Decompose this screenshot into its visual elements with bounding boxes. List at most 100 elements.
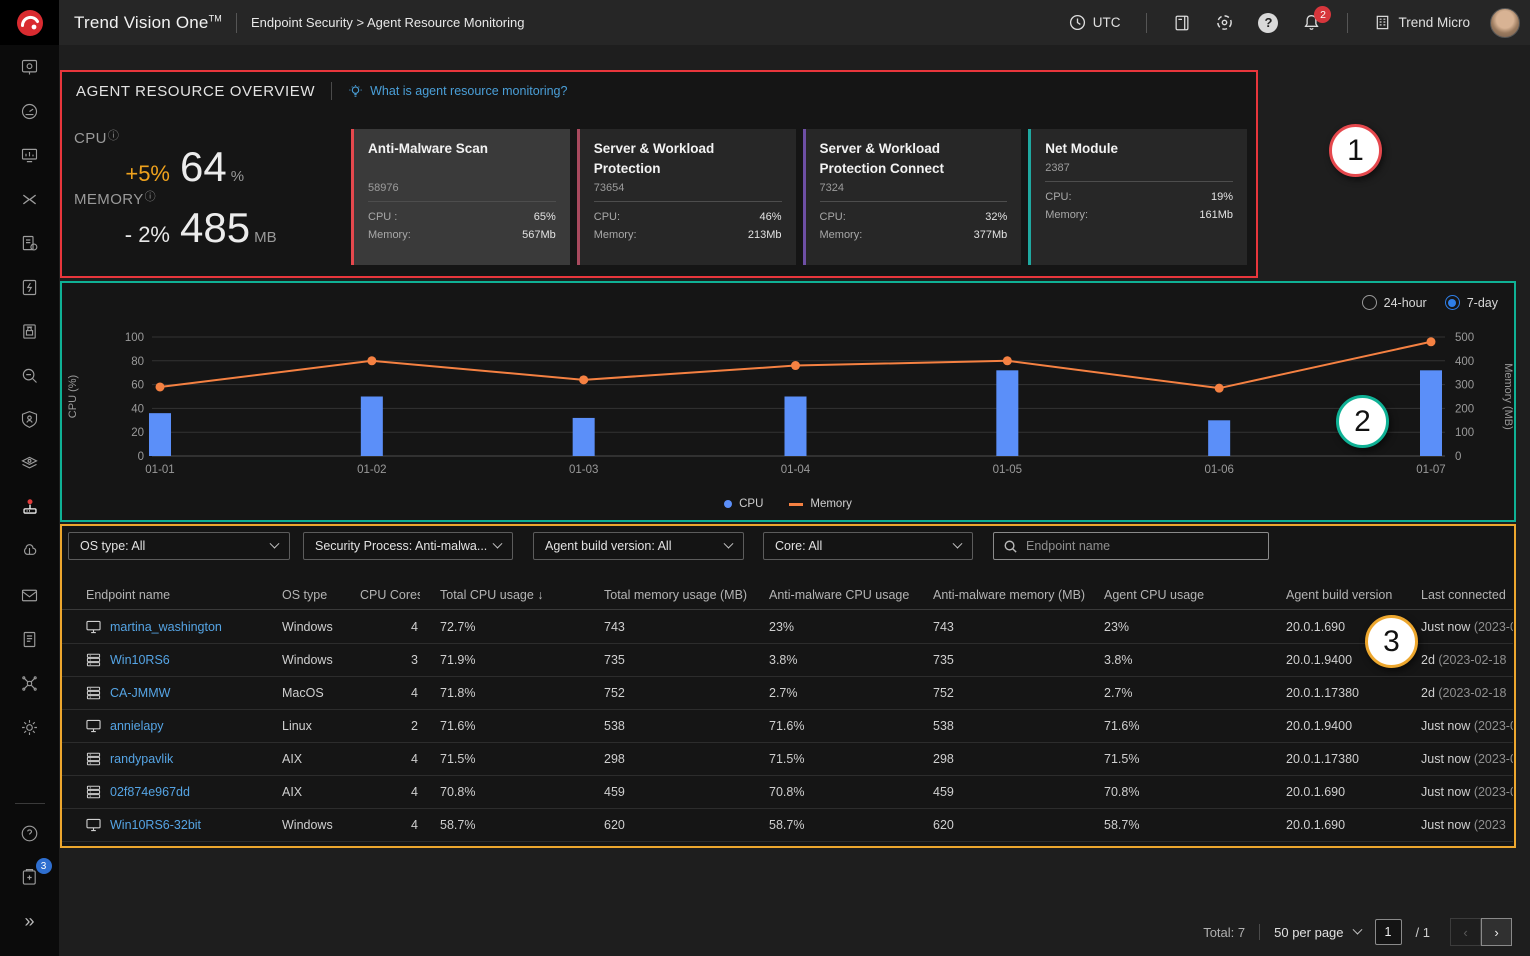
sidebar-item-xdr-investigation[interactable]: [12, 182, 48, 216]
column-header-sorted[interactable]: Total CPU usage ↓: [420, 588, 604, 602]
endpoint-link[interactable]: martina_washington: [110, 620, 222, 634]
card-memory-value: 161Mb: [1199, 206, 1233, 224]
sidebar-item-energy[interactable]: [12, 270, 48, 304]
integrations-button[interactable]: [1203, 0, 1246, 45]
annotation-marker-3: 3: [1365, 615, 1418, 668]
what-is-monitoring-link[interactable]: What is agent resource monitoring?: [348, 84, 567, 99]
sidebar-item-reports[interactable]: [12, 622, 48, 656]
column-header[interactable]: Anti-malware CPU usage: [769, 588, 933, 602]
sidebar-item-help[interactable]: [12, 816, 48, 850]
trend-logo[interactable]: [0, 0, 59, 45]
os-type-filter[interactable]: OS type: All: [68, 532, 290, 560]
card-cpu-label: CPU:: [594, 208, 620, 226]
user-avatar[interactable]: [1490, 8, 1520, 38]
sidebar-item-data-policy[interactable]: [12, 314, 48, 348]
svg-text:100: 100: [125, 332, 144, 344]
am-cpu-cell: 71.6%: [769, 719, 933, 733]
divider: [1045, 181, 1233, 182]
core-filter[interactable]: Core: All: [763, 532, 973, 560]
range-24-hour[interactable]: 24-hour: [1362, 295, 1427, 310]
card-pid: 73654: [594, 182, 782, 194]
sidebar-item-workflow-alert[interactable]: [12, 226, 48, 260]
sidebar-item-identity-shield[interactable]: [12, 402, 48, 436]
column-header[interactable]: OS type: [282, 588, 360, 602]
sidebar-item-onboarding[interactable]: 3: [12, 860, 48, 894]
sidebar-item-threat-search[interactable]: [12, 358, 48, 392]
agent-build-filter[interactable]: Agent build version: All: [533, 532, 744, 560]
sidebar-item-settings[interactable]: [12, 710, 48, 744]
process-card-anti-malware-scan[interactable]: Anti-Malware Scan 58976 CPU :65% Memory:…: [351, 129, 570, 265]
table-row[interactable]: randypavlikAIX471.5%29871.5%29871.5%20.0…: [62, 743, 1513, 776]
endpoint-security-icon: [19, 496, 41, 518]
tenant-button[interactable]: Trend Micro: [1362, 0, 1482, 45]
column-header[interactable]: Endpoint name: [62, 588, 282, 602]
os-type-cell: MacOS: [282, 686, 360, 700]
sidebar-item-workbench[interactable]: [12, 50, 48, 84]
process-card-swp[interactable]: Server & Workload Protection 73654 CPU:4…: [577, 129, 796, 265]
memory-unit: MB: [254, 229, 277, 246]
last-connected-cell: Just now (2023: [1421, 818, 1513, 832]
column-header[interactable]: CPU Cores: [360, 588, 420, 602]
table-row[interactable]: 02f874e967ddAIX470.8%45970.8%45970.8%20.…: [62, 776, 1513, 809]
card-memory-value: 377Mb: [974, 226, 1008, 244]
current-page-input[interactable]: 1: [1375, 919, 1402, 945]
notification-badge: 2: [1314, 6, 1331, 23]
legend-cpu[interactable]: CPU: [724, 498, 763, 510]
sidebar-item-endpoint-security[interactable]: [12, 490, 48, 524]
last-connected-cell: 2d (2023-02-18: [1421, 653, 1513, 667]
table-row[interactable]: martina_washingtonWindows472.7%74323%743…: [62, 611, 1513, 644]
table-row[interactable]: annielapyLinux271.6%53871.6%53871.6%20.0…: [62, 710, 1513, 743]
sidebar-item-network-sensor[interactable]: [12, 666, 48, 700]
endpoint-link[interactable]: 02f874e967dd: [110, 785, 190, 799]
os-type-cell: AIX: [282, 785, 360, 799]
divider: [331, 82, 332, 100]
search-input[interactable]: [1026, 539, 1246, 553]
previous-page-button[interactable]: ‹: [1450, 918, 1481, 946]
am-memory-cell: 735: [933, 653, 1104, 667]
security-process-filter[interactable]: Security Process: Anti-malwa...: [303, 532, 513, 560]
card-memory-label: Memory:: [368, 226, 411, 244]
notifications-button[interactable]: 2: [1290, 0, 1333, 45]
documentation-button[interactable]: [1161, 0, 1203, 45]
sidebar-item-cloud-shield[interactable]: [12, 446, 48, 480]
column-header[interactable]: Agent CPU usage: [1104, 588, 1286, 602]
table-row[interactable]: CA-JMMWMacOS471.8%7522.7%7522.7%20.0.1.1…: [62, 677, 1513, 710]
endpoint-link[interactable]: CA-JMMW: [110, 686, 170, 700]
next-page-button[interactable]: ›: [1481, 918, 1512, 946]
sidebar-item-operations-dashboard[interactable]: [12, 94, 48, 128]
column-header[interactable]: Last connected: [1421, 588, 1513, 602]
sidebar-item-expand[interactable]: »: [12, 904, 48, 938]
endpoint-link[interactable]: Win10RS6: [110, 653, 170, 667]
endpoint-link[interactable]: Win10RS6-32bit: [110, 818, 201, 832]
total-cpu-cell: 58.7%: [420, 818, 604, 832]
build-version-cell: 20.0.1.690: [1286, 785, 1421, 799]
svg-text:400: 400: [1455, 356, 1474, 368]
endpoint-link[interactable]: annielapy: [110, 719, 164, 733]
column-header[interactable]: Anti-malware memory (MB): [933, 588, 1104, 602]
sidebar-item-email-security[interactable]: [12, 578, 48, 612]
timezone-button[interactable]: UTC: [1057, 0, 1133, 45]
breadcrumb[interactable]: Endpoint Security > Agent Resource Monit…: [251, 15, 525, 30]
am-cpu-cell: 58.7%: [769, 818, 933, 832]
process-card-swp-connect[interactable]: Server & Workload Protection Connect 732…: [803, 129, 1022, 265]
endpoint-link[interactable]: randypavlik: [110, 752, 173, 766]
help-button[interactable]: ?: [1246, 0, 1290, 45]
total-cpu-cell: 70.8%: [420, 785, 604, 799]
column-header[interactable]: Total memory usage (MB): [604, 588, 769, 602]
legend-memory[interactable]: Memory: [789, 498, 852, 510]
desktop-icon: [86, 818, 101, 832]
sidebar-item-attack-surface[interactable]: [12, 138, 48, 172]
agent-cpu-cell: 71.6%: [1104, 719, 1286, 733]
report-icon: [19, 629, 40, 650]
memory-value: 485: [180, 206, 250, 250]
column-header[interactable]: Agent build version: [1286, 588, 1421, 602]
per-page-select[interactable]: 50 per page: [1274, 925, 1360, 940]
operations-dashboard-icon: [19, 101, 40, 122]
process-card-net-module[interactable]: Net Module 2387 CPU:19% Memory:161Mb: [1028, 129, 1247, 265]
endpoint-search[interactable]: [993, 532, 1269, 560]
range-7-day[interactable]: 7-day: [1445, 295, 1498, 310]
sidebar-item-ai-brain[interactable]: [12, 534, 48, 568]
table-row[interactable]: Win10RS6-32bitWindows458.7%62058.7%62058…: [62, 809, 1513, 842]
table-body: martina_washingtonWindows472.7%74323%743…: [62, 611, 1513, 842]
table-row[interactable]: Win10RS6Windows371.9%7353.8%7353.8%20.0.…: [62, 644, 1513, 677]
